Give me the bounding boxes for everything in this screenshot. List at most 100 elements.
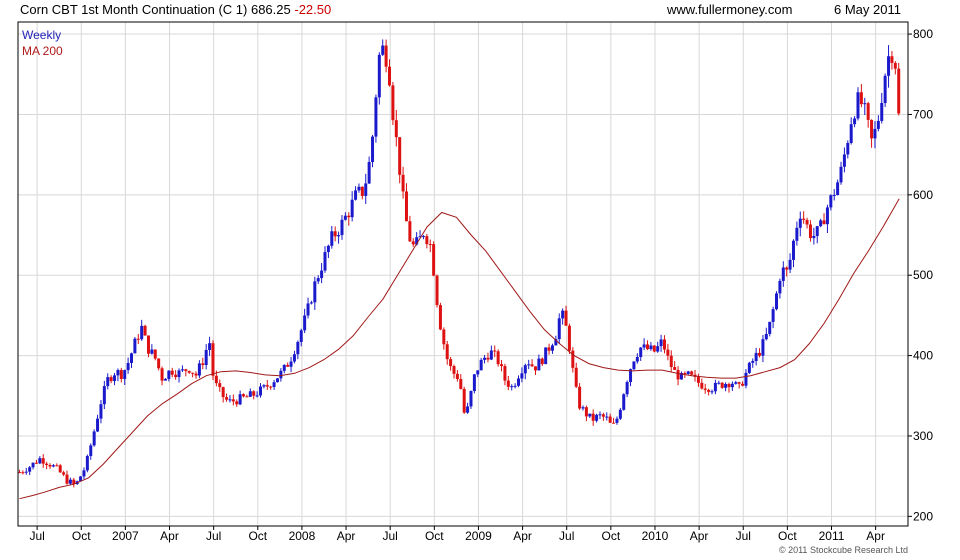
- x-tick-label: Jul: [383, 529, 398, 543]
- site-url: www.fullermoney.com: [667, 2, 793, 17]
- bar-body: [384, 45, 388, 67]
- bar-body: [442, 329, 446, 345]
- bar-body: [500, 364, 504, 367]
- bar-body: [296, 341, 300, 355]
- bar-body: [68, 479, 72, 484]
- x-tick-label: Jul: [29, 529, 44, 543]
- bar-body: [428, 244, 432, 246]
- bar-body: [449, 359, 453, 367]
- bar-body: [116, 370, 120, 376]
- bar-body: [323, 252, 327, 271]
- bar-body: [31, 462, 35, 468]
- bar-body: [160, 368, 164, 381]
- bar-body: [853, 118, 857, 125]
- x-tick-label: Oct: [72, 529, 91, 543]
- bar-body: [720, 382, 724, 388]
- bar-body: [320, 270, 324, 279]
- bar-body: [381, 45, 385, 55]
- bar-body: [761, 339, 765, 356]
- x-tick-label: 2010: [642, 529, 669, 543]
- bar-body: [62, 472, 66, 475]
- bar-body: [218, 383, 222, 388]
- bar-body: [221, 387, 225, 398]
- bar-body: [452, 366, 456, 374]
- bar-body: [876, 120, 880, 129]
- bar-body: [618, 409, 622, 419]
- plot-frame: [17, 21, 909, 527]
- bar-body: [469, 391, 473, 407]
- bar-body: [741, 383, 745, 386]
- bar-body: [303, 315, 307, 331]
- bar-body: [343, 215, 347, 220]
- bar-body: [608, 416, 612, 423]
- bar-body: [472, 374, 476, 392]
- bar-body: [598, 414, 602, 416]
- bar-body: [839, 166, 843, 183]
- bar-body: [825, 207, 829, 225]
- bar-body: [347, 215, 351, 218]
- bar-body: [690, 371, 694, 375]
- bar-body: [163, 378, 167, 381]
- bar-body: [432, 244, 436, 276]
- bar-body: [676, 369, 680, 380]
- bar-body: [520, 373, 524, 379]
- bar-body: [214, 375, 218, 384]
- bar-body: [245, 396, 249, 398]
- bar-body: [778, 280, 782, 294]
- bar-body: [38, 458, 42, 464]
- bar-body: [374, 97, 378, 137]
- bar-body: [262, 385, 266, 387]
- x-tick-label: Oct: [602, 529, 621, 543]
- bar-body: [730, 383, 734, 388]
- bar-body: [703, 388, 707, 390]
- bar-body: [754, 352, 758, 361]
- bar-body: [438, 305, 442, 330]
- bar-body: [781, 267, 785, 281]
- bar-body: [649, 345, 653, 350]
- bar-body: [184, 369, 188, 371]
- bar-body: [727, 383, 731, 388]
- bar-body: [99, 404, 103, 419]
- bar-body: [673, 367, 677, 370]
- bar-body: [350, 199, 354, 218]
- y-tick-label: 700: [913, 107, 933, 121]
- bar-body: [842, 154, 846, 167]
- bar-body: [242, 394, 246, 397]
- x-tick-label: Oct: [425, 529, 444, 543]
- bar-body: [707, 389, 711, 392]
- bar-body: [455, 373, 459, 380]
- bar-body: [829, 195, 833, 208]
- bar-body: [462, 388, 466, 413]
- bar-body: [764, 333, 768, 340]
- bar-body: [547, 347, 551, 351]
- bar-body: [625, 382, 629, 395]
- bar-body: [85, 455, 89, 471]
- bar-body: [550, 345, 554, 351]
- bar-body: [401, 174, 405, 192]
- chart-date: 6 May 2011: [834, 2, 901, 17]
- bar-body: [109, 377, 113, 382]
- bar-body: [235, 401, 239, 405]
- bar-body: [506, 380, 510, 387]
- bar-body: [360, 186, 364, 196]
- bar-body: [34, 462, 38, 464]
- bar-body: [486, 357, 490, 360]
- bar-body: [503, 366, 507, 381]
- y-tick-label: 200: [913, 509, 933, 523]
- bar-body: [309, 302, 313, 304]
- bar-body: [483, 357, 487, 360]
- bar-body: [785, 267, 789, 270]
- x-tick-label: 2007: [112, 529, 139, 543]
- x-tick-label: Apr: [690, 529, 709, 543]
- bar-body: [791, 240, 795, 260]
- bar-body: [126, 362, 130, 371]
- bar-body: [157, 358, 161, 369]
- bar-body: [58, 465, 62, 473]
- bar-body: [388, 66, 392, 86]
- bar-body: [102, 386, 106, 405]
- bar-body: [459, 379, 463, 389]
- bar-body: [316, 278, 320, 282]
- bar-body: [136, 338, 140, 340]
- bar-body: [174, 374, 178, 378]
- bar-body: [544, 347, 548, 365]
